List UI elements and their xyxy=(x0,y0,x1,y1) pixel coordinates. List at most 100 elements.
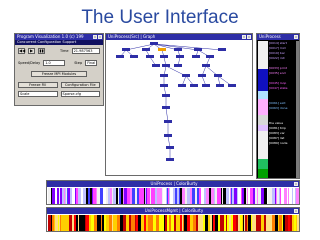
variable-list-item[interactable] xyxy=(269,171,296,176)
strip-band xyxy=(151,188,153,204)
configuration-file-button[interactable]: Configuration File xyxy=(60,81,100,88)
rewind-button[interactable]: ◀◀ xyxy=(18,47,25,54)
close-icon[interactable] xyxy=(98,35,102,39)
strip-band xyxy=(150,188,151,204)
strip-band xyxy=(142,188,144,204)
strip-band xyxy=(121,188,123,204)
pause-button[interactable]: ▮▮ xyxy=(38,47,45,54)
strip-band xyxy=(89,215,91,231)
strip-band xyxy=(213,215,215,231)
strip-band xyxy=(187,215,190,231)
strip-band xyxy=(263,188,264,204)
strip-band xyxy=(119,188,121,204)
strip-band xyxy=(237,188,238,204)
graph-node xyxy=(116,55,124,58)
strip-band xyxy=(153,188,155,204)
graph-node xyxy=(218,48,226,51)
variable-list[interactable]: [0014] start [0017] mid [0019] bar [0022] i… xyxy=(269,41,296,177)
strip-band xyxy=(208,215,210,231)
strip-band xyxy=(184,215,185,231)
color-strip-1[interactable] xyxy=(48,188,300,205)
strip-band xyxy=(252,215,253,231)
strip-band xyxy=(214,188,215,204)
strip-band xyxy=(268,188,271,204)
time-field[interactable]: 21.987563 xyxy=(71,47,100,54)
strip-band xyxy=(185,215,187,231)
strip-band xyxy=(110,188,112,204)
strip-band xyxy=(108,188,109,204)
strip-band xyxy=(86,188,88,204)
strip-band xyxy=(112,188,113,204)
minimize-icon[interactable] xyxy=(242,35,246,39)
strip-band xyxy=(217,188,219,204)
strip-band xyxy=(124,188,127,204)
strip1-titlebar[interactable]: UniProcess | ColorBurty xyxy=(47,181,299,187)
strip-band xyxy=(223,215,224,231)
freeze-fill-button[interactable]: Freeze Fill xyxy=(18,81,58,88)
strip-band xyxy=(185,188,187,204)
close-icon[interactable] xyxy=(294,35,298,39)
strip-band xyxy=(212,215,213,231)
strip-band xyxy=(166,188,167,204)
close-icon[interactable] xyxy=(294,209,298,213)
scale-field[interactable]: Scale xyxy=(18,90,58,97)
strip-band xyxy=(145,188,146,204)
strip-band xyxy=(250,188,253,204)
strip-band xyxy=(248,215,251,231)
varlist-scrollbar[interactable] xyxy=(296,41,299,178)
strip-band xyxy=(246,188,247,204)
strip-band xyxy=(94,215,97,231)
speed-field[interactable]: 1.0 xyxy=(43,59,66,66)
config-file-field[interactable]: Sparse.cfg xyxy=(60,90,100,97)
strip-band xyxy=(236,215,238,231)
strip-band xyxy=(204,188,206,204)
strip-band xyxy=(199,188,201,204)
strip-band xyxy=(100,215,101,231)
strip-band xyxy=(74,215,76,231)
strip-band xyxy=(288,215,290,231)
varlist-titlebar[interactable]: UniProcess xyxy=(257,34,299,40)
strip-band xyxy=(197,188,199,204)
minimize-icon[interactable] xyxy=(93,35,97,39)
strip-band xyxy=(160,188,162,204)
graph-node xyxy=(122,48,130,51)
graph-node xyxy=(202,64,210,67)
strip-band xyxy=(215,188,217,204)
strip-band xyxy=(182,215,183,231)
strip2-titlebar[interactable]: UniProcessMgmt | ColorBurty xyxy=(47,208,299,214)
strip-band xyxy=(292,188,293,204)
strip-band xyxy=(97,215,100,231)
graph-node xyxy=(206,55,214,58)
strip-band xyxy=(258,188,261,204)
strip-band xyxy=(297,215,299,231)
strip-band xyxy=(129,215,131,231)
strip-band xyxy=(81,188,83,204)
step-field[interactable]: Final xyxy=(85,59,98,66)
strip-band xyxy=(57,188,59,204)
strip-band xyxy=(157,188,160,204)
strip-band xyxy=(226,215,227,231)
strip-band xyxy=(96,188,97,204)
strip-band xyxy=(64,215,66,231)
strip-band xyxy=(70,188,72,204)
close-icon[interactable] xyxy=(247,35,251,39)
graph-title: UniProcess(Src) | Graph xyxy=(108,34,156,39)
strip-band xyxy=(283,215,285,231)
call-graph[interactable] xyxy=(106,40,252,176)
graph-edges xyxy=(119,43,233,160)
strip-band xyxy=(72,215,74,231)
strip-band xyxy=(137,188,139,204)
strip-band xyxy=(218,215,220,231)
control-titlebar[interactable]: Program Visualization 1.0 (c) 199 xyxy=(15,34,103,40)
strip-band xyxy=(284,188,287,204)
strip-band xyxy=(234,188,237,204)
freeze-modules-button[interactable]: Freeze MPI Modules xyxy=(31,70,87,77)
play-button[interactable]: ▶ xyxy=(28,47,35,54)
strip-band xyxy=(66,188,67,204)
color-strip-2[interactable] xyxy=(48,215,300,232)
graph-node-active xyxy=(158,48,166,51)
close-icon[interactable] xyxy=(294,182,298,186)
strip-band xyxy=(136,188,137,204)
strip-band xyxy=(106,215,109,231)
strip-band xyxy=(170,188,173,204)
